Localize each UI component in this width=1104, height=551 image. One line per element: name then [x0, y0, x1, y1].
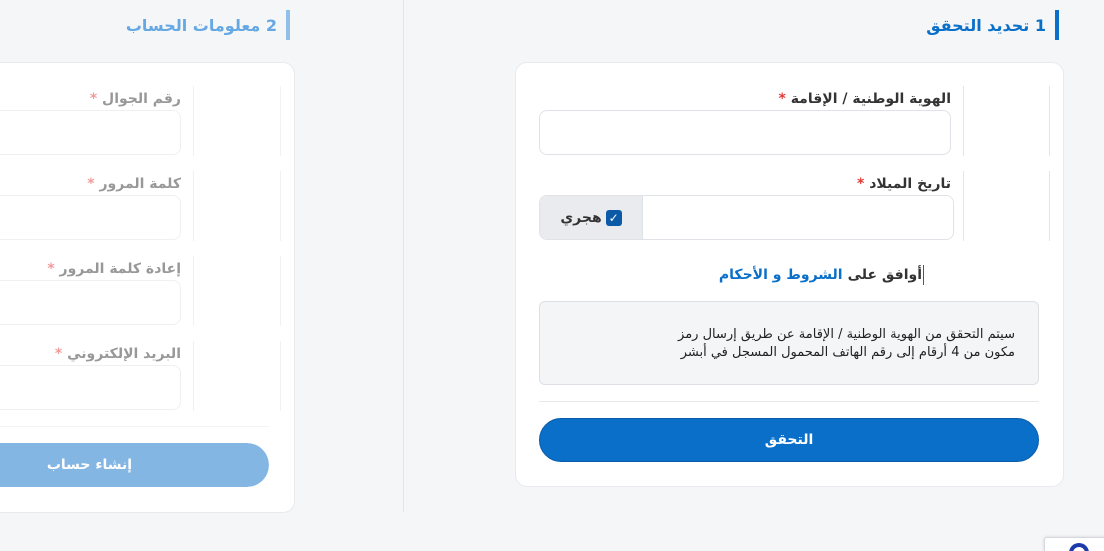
password-input[interactable]: [0, 195, 181, 240]
card-side-line: [193, 86, 194, 156]
verify-button[interactable]: التحقق: [539, 418, 1039, 462]
id-label: الهوية الوطنية / الإقامة *: [778, 91, 951, 107]
card-side-line: [280, 86, 281, 156]
card-side-line: [280, 171, 281, 241]
required-mark: *: [778, 91, 786, 107]
card-side-line: [1049, 171, 1050, 241]
required-mark: *: [87, 176, 95, 192]
step2-number: 2: [265, 16, 277, 35]
card-side-line: [193, 341, 194, 411]
agree-prefix: أوافق على: [847, 267, 922, 283]
info-box: سيتم التحقق من الهوية الوطنية / الإقامة …: [539, 301, 1039, 385]
confirm-password-label: إعادة كلمة المرور *: [47, 261, 181, 277]
id-input[interactable]: [539, 110, 951, 155]
required-mark: *: [54, 346, 63, 362]
hijri-checkbox-icon[interactable]: ✓: [605, 209, 622, 226]
confirm-password-label-text: إعادة كلمة المرور: [59, 261, 181, 277]
hijri-label: هجري: [560, 209, 602, 226]
step1-header: 1 تحديد التحقق: [926, 16, 1046, 35]
email-label-text: البريد الإلكتروني: [67, 346, 181, 362]
dob-label-text: تاريخ الميلاد: [869, 176, 951, 192]
step2-accent-bar: [286, 10, 290, 40]
create-account-button[interactable]: إنشاء حساب: [0, 443, 269, 487]
card-separator: [539, 401, 1039, 402]
required-mark: *: [89, 91, 98, 107]
card-side-line: [1049, 86, 1050, 156]
id-label-text: الهوية الوطنية / الإقامة: [790, 91, 951, 107]
required-mark: *: [47, 261, 55, 277]
required-mark: *: [857, 176, 865, 192]
confirm-password-input[interactable]: [0, 280, 181, 325]
terms-link[interactable]: الشروط و الأحكام: [719, 267, 843, 283]
terms-checkbox[interactable]: [923, 265, 924, 285]
password-label-text: كلمة المرور: [99, 176, 181, 192]
card-side-line: [280, 341, 281, 411]
mobile-label-text: رقم الجوال: [102, 91, 181, 107]
create-account-button-wrap: إنشاء حساب: [0, 443, 269, 487]
email-label: البريد الإلكتروني *: [55, 346, 181, 362]
password-label: كلمة المرور *: [87, 176, 181, 192]
dob-field-group: ✓ هجري: [539, 195, 954, 240]
dob-label: تاريخ الميلاد *: [857, 176, 951, 192]
card-side-line: [193, 171, 194, 241]
card-separator: [0, 426, 269, 427]
recaptcha-badge[interactable]: [1044, 537, 1104, 551]
card-side-line: [963, 171, 964, 241]
column-divider: [403, 0, 404, 512]
step2-header: 2 معلومات الحساب: [126, 16, 277, 35]
dob-input[interactable]: [642, 196, 953, 239]
terms-agreement: أوافق على الشروط و الأحكام: [719, 265, 924, 285]
card-side-line: [963, 86, 964, 156]
info-line-1: سيتم التحقق من الهوية الوطنية / الإقامة …: [678, 327, 1015, 342]
mobile-label: رقم الجوال *: [90, 91, 181, 107]
step1-accent-bar: [1055, 10, 1059, 40]
info-line-2: مكون من 4 أرقام إلى رقم الهاتف المحمول ا…: [680, 345, 1015, 360]
hijri-toggle[interactable]: ✓ هجري: [540, 196, 642, 239]
email-input[interactable]: [0, 365, 181, 410]
step1-number: 1: [1034, 16, 1046, 35]
card-side-line: [193, 256, 194, 326]
card-side-line: [280, 256, 281, 326]
mobile-input[interactable]: [0, 110, 181, 155]
step2-title: معلومات الحساب: [125, 16, 261, 35]
step1-title: تحديد التحقق: [926, 16, 1030, 35]
